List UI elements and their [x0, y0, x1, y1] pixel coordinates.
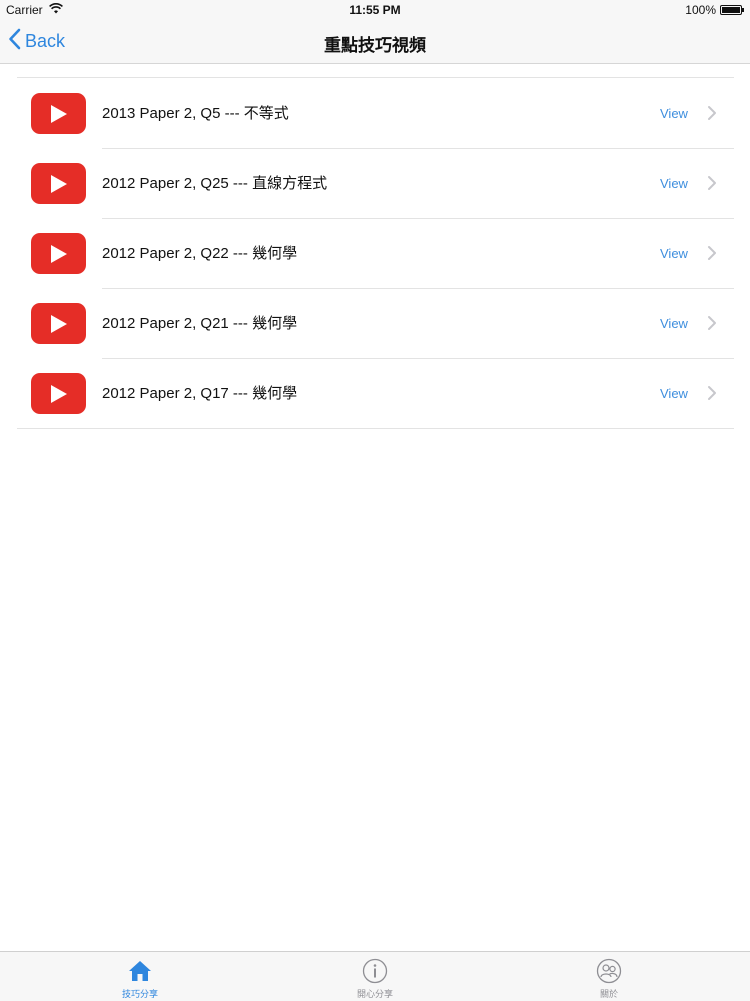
battery-icon: [720, 5, 744, 15]
page-title: 重點技巧視頻: [324, 36, 426, 55]
view-link[interactable]: View: [660, 176, 688, 191]
tab-bar: 技巧分享 開心分享 關於: [0, 951, 750, 1001]
tab-about[interactable]: 關於: [549, 952, 669, 1001]
list-item[interactable]: 2012 Paper 2, Q21 --- 幾何學 View: [17, 288, 734, 358]
video-title: 2012 Paper 2, Q17 --- 幾何學: [102, 385, 298, 402]
chevron-right-icon: [707, 105, 717, 126]
view-link[interactable]: View: [660, 316, 688, 331]
chevron-right-icon: [707, 175, 717, 196]
video-title: 2013 Paper 2, Q5 --- 不等式: [102, 105, 289, 122]
battery-percent: 100%: [685, 3, 716, 17]
chevron-right-icon: [707, 385, 717, 406]
youtube-play-icon: [31, 93, 86, 134]
status-bar: Carrier 11:55 PM 100%: [0, 0, 750, 20]
chevron-right-icon: [707, 315, 717, 336]
youtube-play-icon: [31, 373, 86, 414]
navigation-bar: Back 重點技巧視頻: [0, 20, 750, 64]
view-link[interactable]: View: [660, 386, 688, 401]
video-title: 2012 Paper 2, Q22 --- 幾何學: [102, 245, 298, 262]
people-icon: [596, 958, 622, 984]
chevron-right-icon: [707, 245, 717, 266]
video-title: 2012 Paper 2, Q25 --- 直線方程式: [102, 175, 328, 192]
tab-label: 技巧分享: [121, 989, 158, 999]
list-item[interactable]: 2012 Paper 2, Q17 --- 幾何學 View: [17, 358, 734, 428]
tab-happy-share[interactable]: 開心分享: [315, 952, 435, 1001]
video-title: 2012 Paper 2, Q21 --- 幾何學: [102, 315, 298, 332]
info-icon: [362, 958, 388, 984]
youtube-play-icon: [31, 303, 86, 344]
status-right: 100%: [685, 3, 744, 17]
tab-label: 開心分享: [356, 989, 393, 999]
list-item[interactable]: 2013 Paper 2, Q5 --- 不等式 View: [17, 78, 734, 148]
youtube-play-icon: [31, 233, 86, 274]
tab-label: 關於: [599, 989, 618, 999]
view-link[interactable]: View: [660, 106, 688, 121]
home-icon: [128, 958, 152, 984]
list-item[interactable]: 2012 Paper 2, Q25 --- 直線方程式 View: [17, 148, 734, 218]
status-time: 11:55 PM: [349, 3, 401, 17]
list-item[interactable]: 2012 Paper 2, Q22 --- 幾何學 View: [17, 218, 734, 288]
youtube-play-icon: [31, 163, 86, 204]
tab-tips[interactable]: 技巧分享: [80, 952, 200, 1001]
view-link[interactable]: View: [660, 246, 688, 261]
video-list: 2013 Paper 2, Q5 --- 不等式 View 2012 Paper…: [17, 77, 734, 429]
